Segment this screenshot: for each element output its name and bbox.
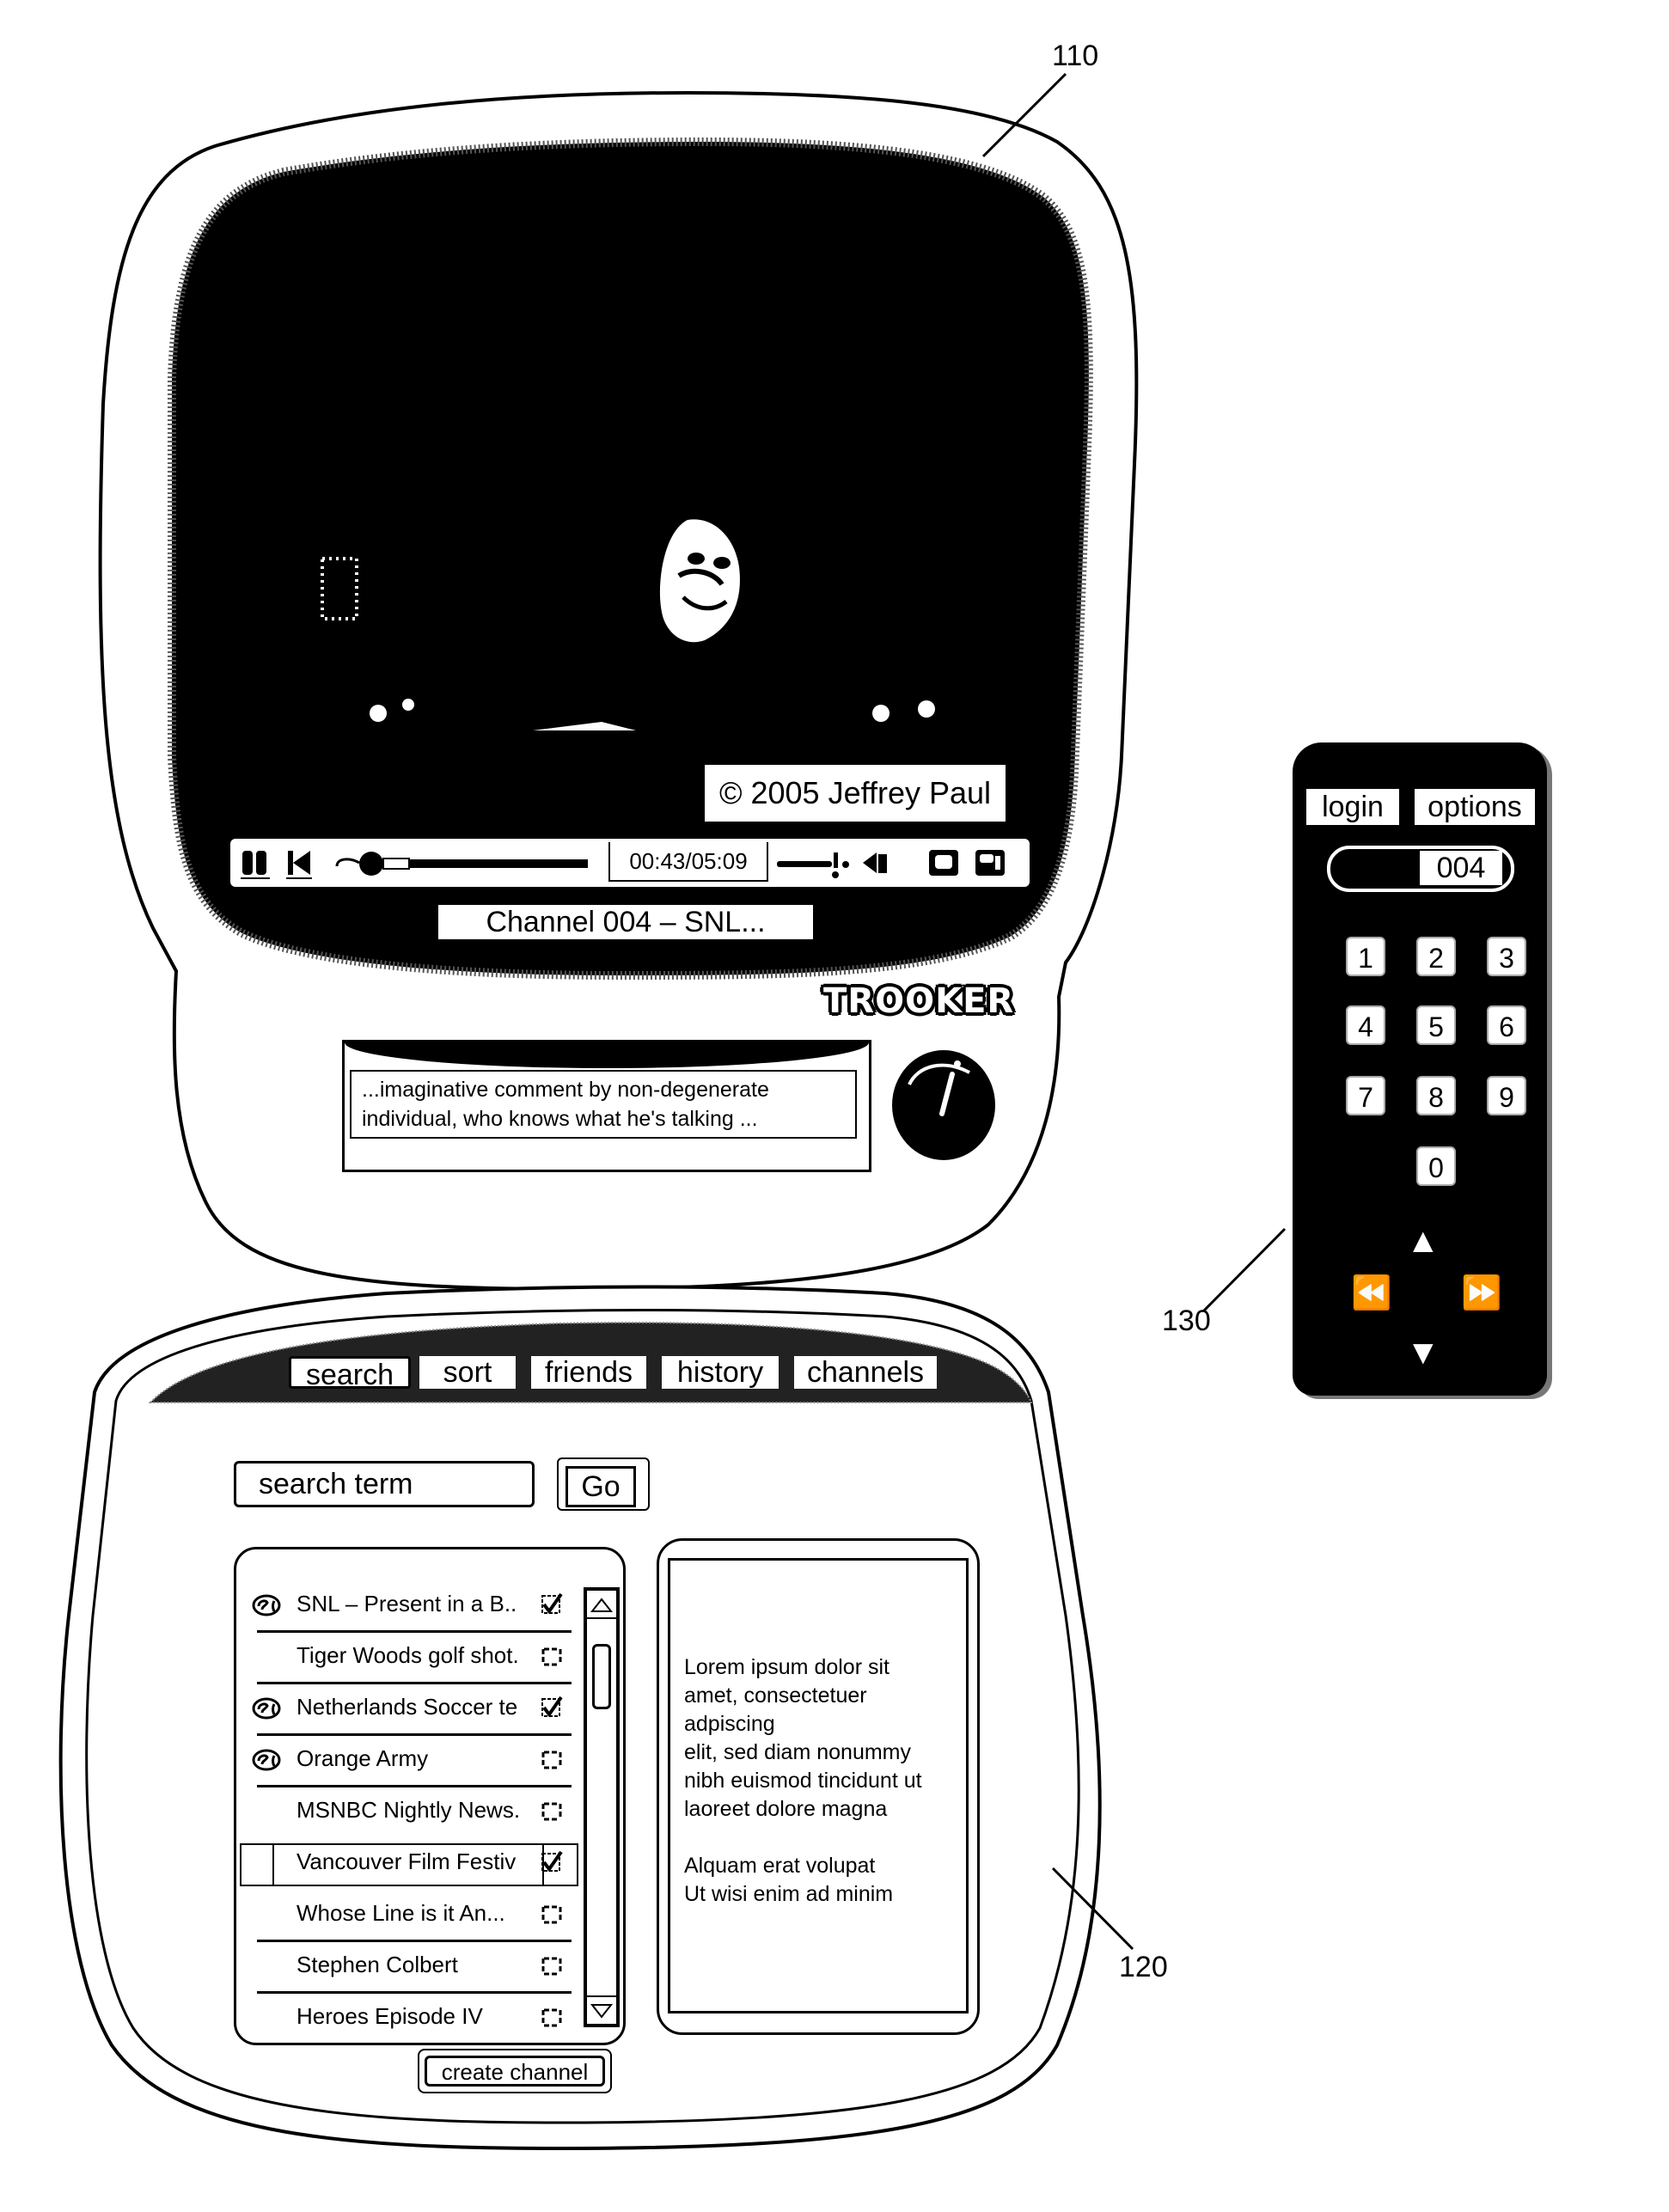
go-button[interactable]: Go [557,1457,650,1511]
results-list: SNL – Present in a B.. Tiger Woods golf s… [234,1547,626,2045]
scroll-down-icon[interactable] [587,1995,616,2024]
up-arrow-icon[interactable]: ▲ [1406,1224,1440,1258]
key-5[interactable]: 5 [1416,1005,1456,1045]
popout-icon[interactable] [971,846,1009,880]
key-7[interactable]: 7 [1346,1076,1385,1115]
seek-thumb [359,852,383,876]
checkbox-checked-icon[interactable] [541,1696,563,1720]
globe-icon [252,1697,281,1720]
key-8[interactable]: 8 [1416,1076,1456,1115]
result-title: Vancouver Film Festiv [297,1848,517,1874]
row-divider [257,1682,572,1684]
remote-control: login options 004 1 2 3 4 5 6 7 8 9 0 ▲ … [1293,742,1547,1396]
result-row[interactable]: Tiger Woods golf shot. [248,1635,575,1685]
globe-icon [252,1594,281,1616]
tab-history[interactable]: history [662,1356,779,1389]
checkbox-unchecked-icon[interactable] [541,1902,563,1926]
channel-slider[interactable]: 004 [1327,846,1514,892]
seek-slider[interactable] [333,846,591,880]
fullscreen-icon[interactable] [925,846,963,880]
scroll-up-icon[interactable] [587,1591,616,1620]
ref-numeral-remote: 130 [1162,1305,1211,1337]
row-divider [257,1991,572,1994]
result-title: SNL – Present in a B.. [297,1591,517,1616]
result-row[interactable]: MSNBC Nightly News. [248,1790,575,1840]
rewind-icon[interactable]: ⏪ [1351,1277,1391,1310]
login-button[interactable]: login [1306,789,1399,825]
result-row[interactable]: Whose Line is it An... [248,1893,575,1943]
mute-icon[interactable] [858,846,892,880]
down-arrow-icon[interactable]: ▼ [1406,1335,1440,1370]
tab-friends[interactable]: friends [531,1356,646,1389]
row-divider [257,1940,572,1942]
result-title: Heroes Episode IV [297,2003,483,2029]
row-divider [257,1733,572,1736]
result-title: Stephen Colbert [297,1952,458,1977]
pause-icon[interactable] [235,846,277,880]
channel-number-display: 004 [1420,851,1502,885]
checkbox-checked-icon[interactable] [541,1850,563,1874]
key-1[interactable]: 1 [1346,937,1385,976]
scroll-thumb[interactable] [592,1644,611,1709]
create-channel-button[interactable]: create channel [418,2049,612,2093]
key-4[interactable]: 4 [1346,1005,1385,1045]
scrollbar[interactable] [584,1587,620,2027]
time-display: 00:43/05:09 [608,842,768,882]
key-9[interactable]: 9 [1487,1076,1526,1115]
options-button[interactable]: options [1415,789,1535,825]
tab-channels[interactable]: channels [794,1356,937,1389]
leader-line-130 [1201,1227,1287,1313]
ref-numeral-guide: 120 [1119,1951,1168,1983]
row-divider [257,1785,572,1787]
tuning-knob[interactable] [892,1050,995,1160]
skip-back-icon[interactable] [282,846,316,880]
key-0[interactable]: 0 [1416,1146,1456,1186]
comment-text: ...imaginative comment by non-degenerate… [350,1070,857,1139]
ref-numeral-tv: 110 [1052,40,1099,72]
fast-forward-icon[interactable]: ⏩ [1461,1277,1501,1310]
channel-label: Channel 004 – SNL... [438,905,813,939]
detail-text-area: Lorem ipsum dolor sit amet, consectetuer… [668,1558,969,2013]
detail-paragraph-1: Lorem ipsum dolor sit amet, consectetuer… [684,1655,922,1821]
checkbox-unchecked-icon[interactable] [541,1644,563,1668]
player-control-bar: 00:43/05:09 [230,839,1030,887]
result-row[interactable]: Stephen Colbert [248,1945,575,1995]
checkbox-unchecked-icon[interactable] [541,1799,563,1823]
result-row[interactable]: SNL – Present in a B.. [248,1584,575,1634]
key-2[interactable]: 2 [1416,937,1456,976]
detail-paragraph-2: Alquam erat volupat Ut wisi enim ad mini… [684,1854,894,1906]
volume-slider[interactable] [773,846,851,880]
result-title: MSNBC Nightly News. [297,1797,521,1823]
checkbox-unchecked-icon[interactable] [541,1747,563,1771]
result-title: Netherlands Soccer te [297,1694,518,1720]
trooker-logo: TROOKER [823,981,1015,1021]
comment-ticker: ...imaginative comment by non-degenerate… [342,1040,871,1172]
result-title: Orange Army [297,1745,429,1771]
checkbox-checked-icon[interactable] [541,1592,563,1616]
detail-panel: Lorem ipsum dolor sit amet, consectetuer… [657,1538,980,2035]
checkbox-unchecked-icon[interactable] [541,1953,563,1977]
result-row[interactable]: Vancouver Film Festiv [240,1842,578,1891]
selection-lead-cell [241,1845,274,1885]
globe-icon [252,1749,281,1771]
go-button-label: Go [566,1466,636,1507]
checkbox-unchecked-icon[interactable] [541,2005,563,2029]
key-3[interactable]: 3 [1487,937,1526,976]
result-row[interactable]: Heroes Episode IV [248,1996,575,2046]
result-title: Tiger Woods golf shot. [297,1642,519,1668]
result-title: Whose Line is it An... [297,1900,505,1926]
tab-sort[interactable]: sort [419,1356,516,1389]
row-divider [257,1630,572,1633]
comment-ticker-header [345,1042,869,1068]
copyright-overlay: © 2005 Jeffrey Paul [705,765,1006,822]
result-row[interactable]: Netherlands Soccer te [248,1687,575,1737]
key-6[interactable]: 6 [1487,1005,1526,1045]
search-input[interactable] [234,1461,535,1507]
tab-search[interactable]: search [289,1356,411,1391]
result-row[interactable]: Orange Army [248,1738,575,1788]
create-channel-label: create channel [425,2056,605,2087]
